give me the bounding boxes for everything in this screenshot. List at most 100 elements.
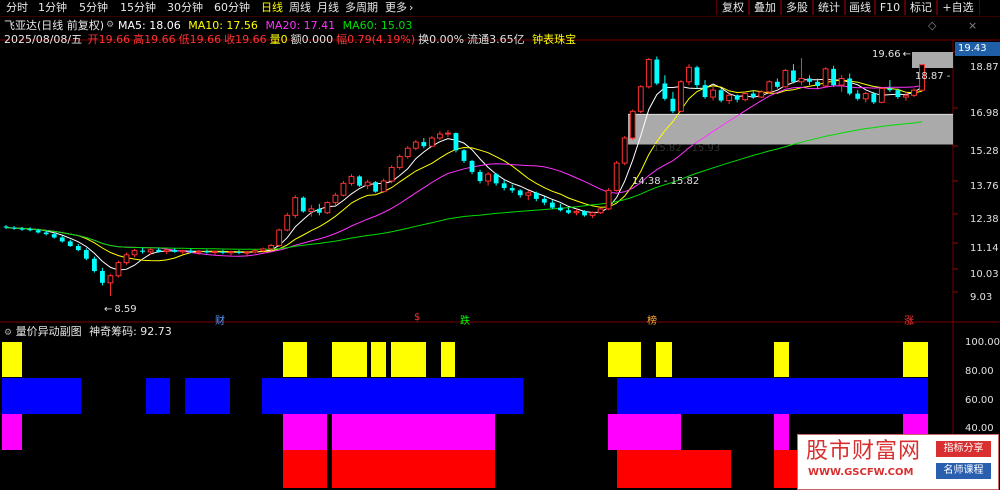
indicator-block bbox=[283, 450, 327, 488]
candle-body-down bbox=[734, 95, 740, 100]
settings-gear-icon[interactable]: ⚙ bbox=[106, 19, 114, 32]
candle-body-down bbox=[43, 232, 49, 235]
period-tab-30min[interactable]: 30分钟 bbox=[167, 1, 203, 15]
price-axis-label: 13.76 bbox=[970, 181, 999, 192]
more-label: 更多 bbox=[385, 1, 407, 14]
indicator-header: ⚙ 量价异动副图 神奇筹码: 92.73 bbox=[4, 325, 172, 340]
indicator-block bbox=[774, 450, 797, 488]
indicator-title[interactable]: 量价异动副图 bbox=[16, 325, 82, 338]
candle-body-up bbox=[195, 250, 202, 253]
period-tab-5min[interactable]: 5分钟 bbox=[79, 1, 108, 15]
quote-date: 2025/08/08/五 bbox=[4, 33, 83, 46]
candle-body-down bbox=[83, 250, 89, 259]
event-marker-finance[interactable]: 财 bbox=[215, 312, 225, 327]
ma10-label: MA10: 17.56 bbox=[188, 19, 258, 32]
candle-body-down bbox=[654, 59, 660, 84]
candle-body-up bbox=[268, 244, 275, 250]
chart-canvas[interactable] bbox=[0, 0, 1000, 490]
period-tab-more[interactable]: 更多 › bbox=[385, 1, 413, 15]
candle-body-down bbox=[67, 241, 73, 247]
mark-button[interactable]: 标记 bbox=[904, 0, 938, 15]
candle-body-down bbox=[670, 98, 676, 112]
event-marker-dollar[interactable]: $ bbox=[414, 312, 420, 323]
indicator-block bbox=[608, 342, 641, 377]
diamond-icon[interactable]: ◇ bbox=[928, 19, 936, 32]
indicator-block bbox=[774, 414, 789, 450]
period-tab-multi[interactable]: 多周期 bbox=[345, 1, 378, 15]
candle-body-up bbox=[782, 69, 789, 88]
candle-body-down bbox=[357, 176, 362, 186]
candle-body-up bbox=[364, 181, 371, 187]
candle-body-down bbox=[541, 198, 547, 203]
period-tab-1min[interactable]: 1分钟 bbox=[38, 1, 67, 15]
candle-body-up bbox=[878, 87, 885, 103]
candle-body-up bbox=[260, 248, 267, 252]
candle-body-down bbox=[91, 258, 97, 271]
indicator-block bbox=[332, 450, 495, 488]
stats-button[interactable]: 统计 bbox=[812, 0, 846, 15]
watermark-tag-share: 指标分享 bbox=[936, 441, 991, 457]
high-price-mark: 19.66 ← bbox=[872, 49, 911, 60]
quote-bar: 2025/08/08/五 开19.66 高19.66 低19.66 收19.66 量0 额… bbox=[4, 33, 576, 46]
candle-body-up bbox=[726, 94, 733, 102]
close-icon[interactable]: × bbox=[968, 19, 977, 32]
candle-body-up bbox=[445, 132, 451, 135]
quote-item: 换0.00% bbox=[418, 33, 465, 46]
candle-body-up bbox=[308, 208, 315, 212]
candle-body-up bbox=[822, 68, 829, 87]
candle-body-up bbox=[396, 156, 403, 168]
top-toolbar: 分时 1分钟 5分钟 15分钟 30分钟 60分钟 日线 周线 月线 多周期 更… bbox=[0, 0, 1000, 17]
candle-body-up bbox=[292, 197, 299, 216]
overlay-button[interactable]: 叠加 bbox=[748, 0, 782, 15]
period-tab-daily[interactable]: 日线 bbox=[261, 1, 283, 15]
f10-button[interactable]: F10 bbox=[874, 0, 906, 15]
price-axis-label: 11.14 bbox=[970, 243, 999, 254]
period-tab-timeshare[interactable]: 分时 bbox=[6, 1, 28, 15]
last-price-mark: 18.87 - bbox=[915, 71, 951, 82]
candle-body-down bbox=[75, 246, 81, 251]
quote-item: 收19.66 bbox=[224, 33, 267, 46]
arrow-left-icon: ← bbox=[902, 49, 912, 60]
candle-body-up bbox=[485, 173, 492, 182]
period-tab-monthly[interactable]: 月线 bbox=[317, 1, 339, 15]
event-marker-list[interactable]: 榜 bbox=[647, 312, 657, 327]
candle-body-down bbox=[469, 160, 475, 172]
event-marker-fall[interactable]: 跌 bbox=[460, 312, 470, 327]
candle-body-up bbox=[613, 162, 620, 191]
add-watchlist-button[interactable]: +自选 bbox=[936, 0, 980, 15]
candle-body-up bbox=[163, 249, 170, 253]
indicator-block bbox=[2, 378, 81, 414]
candle-body-up bbox=[284, 214, 291, 231]
quote-item: 量0 bbox=[269, 33, 288, 46]
period-tab-15min[interactable]: 15分钟 bbox=[120, 1, 156, 15]
period-tab-weekly[interactable]: 周线 bbox=[289, 1, 311, 15]
indicator-block bbox=[283, 414, 327, 450]
candle-body-up bbox=[645, 59, 652, 88]
indicator-settings-icon[interactable]: ⚙ bbox=[4, 328, 12, 338]
candle-body-down bbox=[461, 150, 467, 161]
candle-body-up bbox=[911, 89, 917, 96]
price-axis-label: 16.98 bbox=[970, 108, 999, 119]
period-tab-60min[interactable]: 60分钟 bbox=[214, 1, 250, 15]
candle-body-down bbox=[847, 78, 853, 94]
quote-item: 流通3.65亿 bbox=[467, 33, 525, 46]
draw-button[interactable]: 画线 bbox=[844, 0, 876, 15]
candle-body-up bbox=[798, 78, 805, 83]
adjust-button[interactable]: 复权 bbox=[716, 0, 750, 15]
indicator-block bbox=[2, 414, 22, 450]
candle-body-down bbox=[791, 70, 796, 82]
price-axis-label: 10.03 bbox=[970, 269, 999, 280]
candle-body-up bbox=[276, 229, 283, 246]
event-marker-rise[interactable]: 涨 bbox=[904, 312, 914, 327]
candle-body-down bbox=[774, 81, 780, 87]
indicator-block bbox=[332, 414, 495, 450]
candle-body-up bbox=[436, 133, 443, 139]
candle-body-down bbox=[204, 251, 210, 253]
indicator-axis-label: 80.00 bbox=[965, 366, 994, 377]
candle-body-down bbox=[220, 251, 226, 253]
chip-zone-label-2: 14.38 - 15.82 bbox=[632, 176, 700, 187]
indicator-block bbox=[608, 414, 681, 450]
indicator-block bbox=[617, 378, 928, 414]
candle-body-down bbox=[172, 250, 178, 252]
multi-stock-button[interactable]: 多股 bbox=[780, 0, 814, 15]
